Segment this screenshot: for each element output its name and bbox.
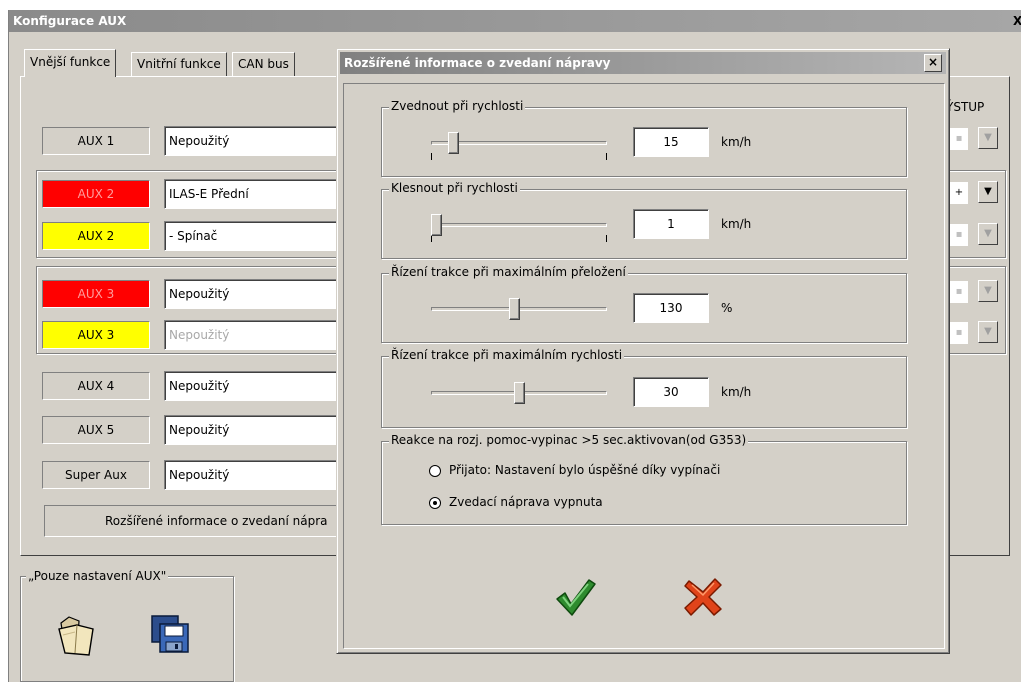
radio-accepted-label[interactable]: Přijato: Nastavení bylo úspěšné díky vyp… bbox=[449, 463, 720, 477]
save-floppy-icon[interactable] bbox=[148, 612, 192, 656]
aux-4-label: AUX 4 bbox=[42, 372, 150, 400]
aux-2-function-field[interactable]: ILAS-E Přední bbox=[164, 179, 340, 209]
aux-1-output-dropdown[interactable]: ▼ bbox=[978, 127, 998, 149]
aux-2-switch-output-dropdown[interactable]: ▼ bbox=[978, 223, 998, 245]
super-aux-label: Super Aux bbox=[42, 461, 150, 489]
traction-overload-input[interactable]: 130 bbox=[633, 293, 709, 323]
aux-3-switch-label: AUX 3 bbox=[42, 321, 150, 349]
main-title: Konfigurace AUX bbox=[13, 14, 127, 28]
raise-speed-legend: Zvednout při rychlosti bbox=[389, 99, 526, 113]
aux-2-output-dropdown[interactable]: ▼ bbox=[978, 181, 998, 203]
lower-speed-slider-thumb[interactable] bbox=[431, 214, 442, 236]
aux-settings-legend: „Pouze nastavení AUX" bbox=[26, 569, 169, 583]
raise-speed-input[interactable]: 15 bbox=[633, 127, 709, 157]
aux-3-switch-output-dropdown[interactable]: ▼ bbox=[978, 321, 998, 343]
cross-icon[interactable] bbox=[683, 577, 723, 617]
aux-3-output-value: ▪ bbox=[950, 281, 968, 303]
folder-open-icon[interactable] bbox=[55, 611, 99, 657]
reaction-legend: Reakce na rozj. pomoc-vypinac >5 sec.akt… bbox=[389, 433, 749, 447]
radio-accepted[interactable] bbox=[429, 465, 441, 477]
aux-4-function-field[interactable]: Nepoužitý bbox=[164, 371, 340, 401]
aux-3-switch-output-value: ▪ bbox=[950, 322, 968, 344]
slider-tick bbox=[606, 153, 607, 160]
traction-speed-legend: Řízení trakce při maximálním rychlosti bbox=[389, 348, 625, 362]
aux-3-output-dropdown[interactable]: ▼ bbox=[978, 280, 998, 302]
extended-info-button[interactable]: Rozšířené informace o zvedaní nápra bbox=[44, 505, 344, 537]
raise-speed-unit: km/h bbox=[721, 135, 752, 149]
aux-3-switch-field: Nepoužitý bbox=[164, 320, 340, 350]
slider-tick bbox=[431, 153, 432, 160]
aux-2-switch-label: AUX 2 bbox=[42, 222, 150, 250]
aux-2-output-value: + bbox=[950, 182, 968, 204]
close-icon: × bbox=[927, 55, 939, 69]
aux-3-function-field[interactable]: Nepoužitý bbox=[164, 279, 340, 309]
aux-2-label: AUX 2 bbox=[42, 180, 150, 208]
aux-2-switch-output-value: ▪ bbox=[950, 224, 968, 246]
aux-settings-group bbox=[20, 576, 234, 682]
aux-1-output-value: ▪ bbox=[950, 128, 968, 150]
tab-vnejsi-funkce[interactable]: Vnější funkce bbox=[24, 49, 117, 77]
raise-speed-slider-thumb[interactable] bbox=[447, 132, 459, 154]
tab-can-bus[interactable]: CAN bus bbox=[232, 52, 295, 76]
traction-overload-legend: Řízení trakce při maximálním přeložení bbox=[389, 265, 628, 279]
aux-3-label: AUX 3 bbox=[42, 280, 150, 308]
main-titlebar[interactable]: Konfigurace AUX bbox=[9, 10, 1021, 32]
radio-selected-dot bbox=[433, 501, 437, 505]
aux-5-label: AUX 5 bbox=[42, 416, 150, 444]
main-close-icon[interactable]: X bbox=[1013, 13, 1021, 29]
checkmark-icon[interactable] bbox=[555, 577, 597, 617]
slider-tick bbox=[431, 235, 432, 242]
reaction-fieldset bbox=[381, 441, 907, 525]
aux-1-function-field[interactable]: Nepoužitý bbox=[164, 126, 340, 156]
radio-axle-off[interactable] bbox=[429, 497, 441, 509]
dialog-titlebar[interactable]: Rozšířené informace o zvedaní nápravy bbox=[340, 52, 946, 74]
aux-2-switch-field[interactable]: - Spínač bbox=[164, 221, 340, 251]
lower-speed-legend: Klesnout při rychlosti bbox=[389, 181, 520, 195]
traction-speed-slider-thumb[interactable] bbox=[513, 382, 525, 404]
tab-vnitrni-funkce[interactable]: Vnitřní funkce bbox=[131, 52, 227, 76]
lower-speed-input[interactable]: 1 bbox=[633, 209, 709, 239]
lower-speed-unit: km/h bbox=[721, 217, 752, 231]
traction-overload-unit: % bbox=[721, 301, 733, 315]
dialog-title: Rozšířené informace o zvedaní nápravy bbox=[344, 56, 611, 70]
lower-speed-slider-track bbox=[431, 223, 607, 227]
traction-speed-input[interactable]: 30 bbox=[633, 377, 709, 407]
aux-5-function-field[interactable]: Nepoužitý bbox=[164, 415, 340, 445]
output-column-header: ÝSTUP bbox=[946, 100, 985, 114]
extended-info-dialog: Rozšířené informace o zvedaní nápravy × … bbox=[336, 48, 950, 654]
aux-1-label: AUX 1 bbox=[42, 127, 150, 155]
traction-overload-slider-thumb[interactable] bbox=[508, 298, 520, 320]
radio-axle-off-label[interactable]: Zvedací náprava vypnuta bbox=[449, 495, 603, 509]
dialog-close-button[interactable]: × bbox=[924, 54, 942, 72]
slider-tick bbox=[606, 235, 607, 242]
super-aux-function-field[interactable]: Nepoužitý bbox=[164, 460, 340, 490]
traction-speed-unit: km/h bbox=[721, 385, 752, 399]
